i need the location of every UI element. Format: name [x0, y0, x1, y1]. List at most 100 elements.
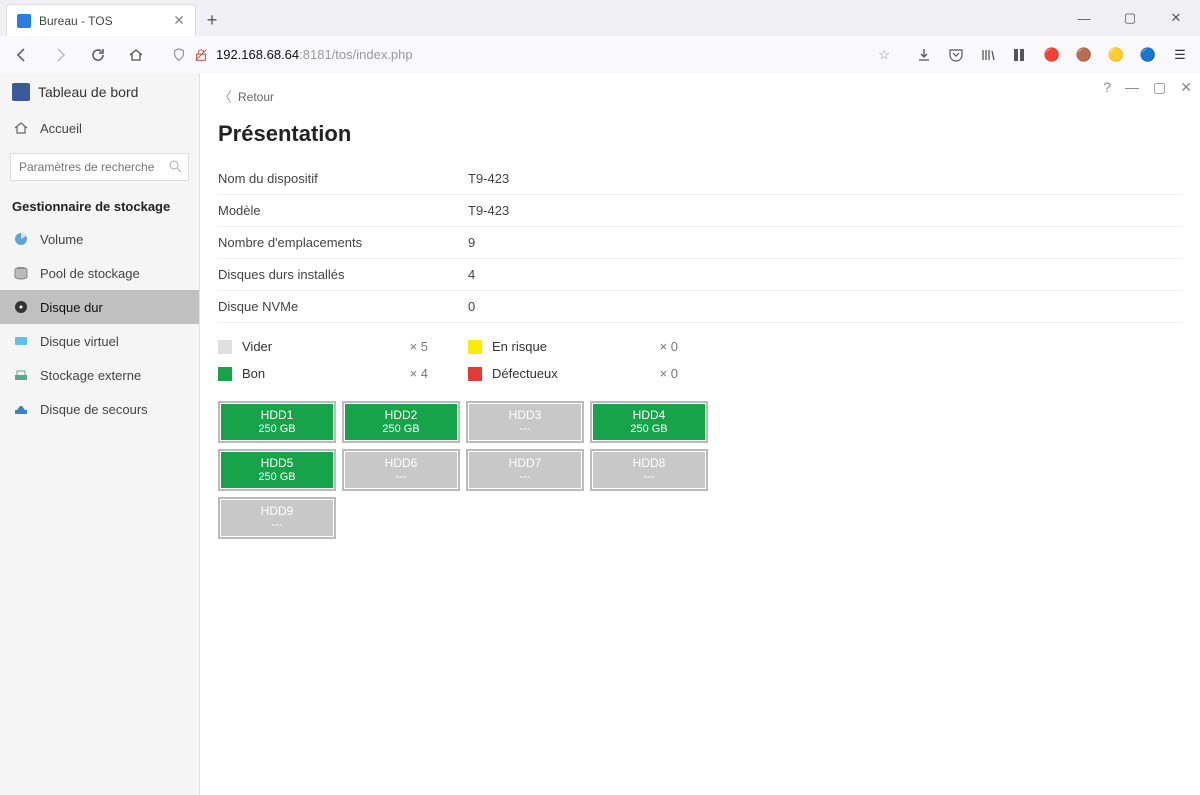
drive-name: HDD6 [385, 456, 418, 470]
page-title: Présentation [200, 107, 1200, 155]
tab-close-button[interactable]: ✕ [173, 12, 185, 29]
drive-name: HDD7 [509, 456, 542, 470]
sidebar-item-stockage-externe[interactable]: Stockage externe [0, 358, 199, 392]
extension-icon-5[interactable]: 🔵 [1138, 45, 1158, 65]
insecure-lock-icon [194, 48, 208, 62]
info-value: T9-423 [468, 171, 509, 186]
legend-count: × 0 [660, 366, 678, 381]
swatch-empty-icon [218, 340, 232, 354]
address-bar[interactable]: 192.168.68.64:8181/tos/index.php ☆ [162, 41, 900, 69]
legend-bon: Bon × 4 [218, 366, 468, 381]
back-button[interactable] [10, 43, 34, 67]
extension-icon-4[interactable]: 🟡 [1106, 45, 1126, 65]
drive-size: 250 GB [258, 471, 295, 484]
drive-name: HDD5 [261, 456, 294, 470]
sidebar-item-disque-dur[interactable]: Disque dur [0, 290, 199, 324]
drive-slot-1[interactable]: HDD1250 GB [218, 401, 336, 443]
library-icon[interactable] [978, 45, 998, 65]
info-label: Nombre d'emplacements [218, 235, 468, 250]
drive-slot-9[interactable]: HDD9--- [218, 497, 336, 539]
legend-count: × 0 [660, 339, 678, 354]
sidebar-item-disque-virtuel[interactable]: Disque virtuel [0, 324, 199, 358]
tab-title: Bureau - TOS [39, 14, 113, 28]
content-close-button[interactable]: ✕ [1180, 79, 1192, 96]
help-button[interactable]: ? [1103, 79, 1111, 96]
sidebar: Tableau de bord Accueil Gestionnaire de … [0, 73, 200, 795]
minimize-button[interactable]: — [1064, 4, 1104, 32]
content-maximize-button[interactable]: ▢ [1153, 79, 1166, 96]
info-value: 0 [468, 299, 475, 314]
drive-name: HDD9 [261, 504, 294, 518]
extension-icon-3[interactable]: 🟤 [1074, 45, 1094, 65]
legend-vider: Vider × 5 [218, 339, 468, 354]
drive-size: 250 GB [382, 423, 419, 436]
maximize-button[interactable]: ▢ [1110, 4, 1150, 32]
extension-icon-1[interactable] [1010, 45, 1030, 65]
download-icon[interactable] [914, 45, 934, 65]
info-value: 9 [468, 235, 475, 250]
sidebar-item-disque-secours[interactable]: Disque de secours [0, 392, 199, 426]
legend-risque: En risque × 0 [468, 339, 718, 354]
legend-count: × 4 [410, 366, 428, 381]
drive-name: HDD3 [509, 408, 542, 422]
sidebar-item-label: Stockage externe [40, 368, 141, 383]
drive-size: --- [520, 471, 531, 484]
home-icon [12, 120, 30, 136]
drive-slot-5[interactable]: HDD5250 GB [218, 449, 336, 491]
swatch-good-icon [218, 367, 232, 381]
drive-slot-3[interactable]: HDD3--- [466, 401, 584, 443]
drive-slot-6[interactable]: HDD6--- [342, 449, 460, 491]
search-input[interactable] [10, 153, 189, 181]
url-text: 192.168.68.64:8181/tos/index.php [216, 47, 870, 62]
home-button[interactable] [124, 43, 148, 67]
drive-slot-7[interactable]: HDD7--- [466, 449, 584, 491]
sidebar-item-label: Disque virtuel [40, 334, 119, 349]
shield-icon [172, 48, 186, 62]
sidebar-item-pool[interactable]: Pool de stockage [0, 256, 199, 290]
info-row-nvme: Disque NVMe 0 [218, 291, 1182, 323]
info-label: Modèle [218, 203, 468, 218]
swatch-risk-icon [468, 340, 482, 354]
extension-icon-2[interactable]: 🔴 [1042, 45, 1062, 65]
back-link[interactable]: 〈 Retour [200, 73, 1200, 107]
hard-drive-icon [12, 299, 30, 315]
browser-tab[interactable]: Bureau - TOS ✕ [6, 4, 196, 36]
search-icon [167, 158, 183, 174]
menu-button[interactable]: ☰ [1170, 45, 1190, 65]
nav-accueil[interactable]: Accueil [0, 111, 199, 145]
sidebar-item-volume[interactable]: Volume [0, 222, 199, 256]
info-row-slots: Nombre d'emplacements 9 [218, 227, 1182, 259]
sidebar-item-label: Disque de secours [40, 402, 148, 417]
sidebar-item-label: Volume [40, 232, 83, 247]
reload-button[interactable] [86, 43, 110, 67]
browser-chrome: — ▢ ✕ Bureau - TOS ✕ + [0, 0, 1200, 73]
close-window-button[interactable]: ✕ [1156, 4, 1196, 32]
legend-count: × 5 [410, 339, 428, 354]
drive-name: HDD1 [261, 408, 294, 422]
sidebar-section-header: Gestionnaire de stockage [0, 189, 199, 222]
legend-label: Bon [242, 366, 265, 381]
pocket-icon[interactable] [946, 45, 966, 65]
legend-label: Vider [242, 339, 272, 354]
storage-pool-icon [12, 265, 30, 281]
forward-button[interactable] [48, 43, 72, 67]
status-legend: Vider × 5 En risque × 0 Bon × 4 Défectue… [218, 339, 1182, 381]
drive-size: --- [396, 471, 407, 484]
drive-slot-8[interactable]: HDD8--- [590, 449, 708, 491]
info-label: Nom du dispositif [218, 171, 468, 186]
sidebar-search [10, 153, 189, 181]
info-value: 4 [468, 267, 475, 282]
external-storage-icon [12, 367, 30, 383]
drive-name: HDD4 [633, 408, 666, 422]
drive-slot-4[interactable]: HDD4250 GB [590, 401, 708, 443]
info-label: Disque NVMe [218, 299, 468, 314]
info-label: Disques durs installés [218, 267, 468, 282]
app-title: Tableau de bord [38, 84, 138, 100]
content-minimize-button[interactable]: — [1125, 79, 1139, 96]
nav-label: Accueil [40, 121, 82, 136]
drive-size: --- [520, 423, 531, 436]
drive-size: 250 GB [258, 423, 295, 436]
bookmark-star-icon[interactable]: ☆ [878, 47, 890, 63]
new-tab-button[interactable]: + [196, 4, 228, 36]
drive-slot-2[interactable]: HDD2250 GB [342, 401, 460, 443]
